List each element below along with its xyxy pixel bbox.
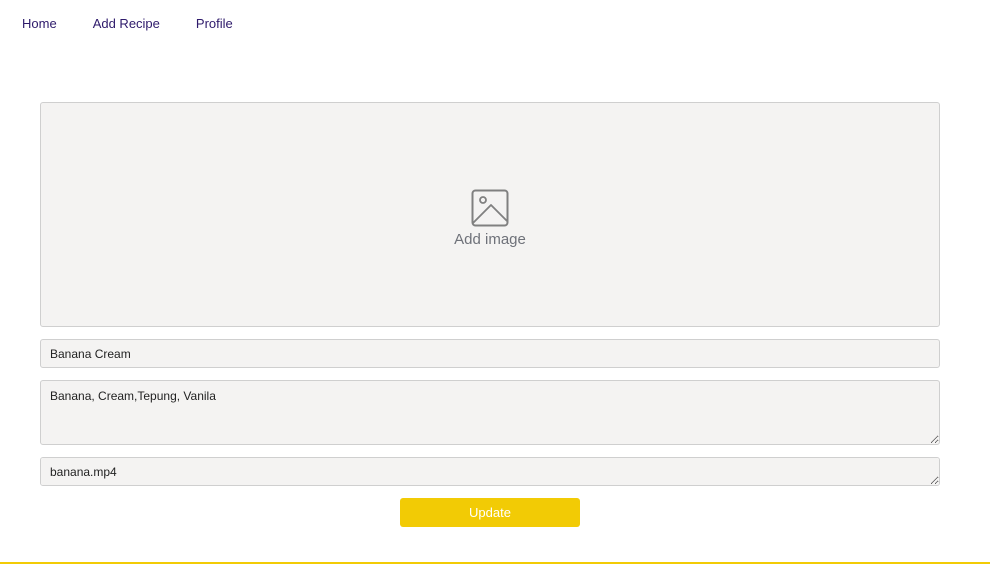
add-image-label: Add image [454,231,526,248]
recipe-title-input[interactable] [40,339,940,368]
nav-add-recipe-link[interactable]: Add Recipe [93,16,160,32]
nav-profile-link[interactable]: Profile [196,16,233,32]
add-image-dropzone[interactable]: Add image [40,102,940,327]
image-icon [471,189,509,227]
top-nav: Home Add Recipe Profile [22,16,233,32]
nav-home-link[interactable]: Home [22,16,57,32]
ingredients-textarea[interactable]: Banana, Cream,Tepung, Vanila [40,380,940,445]
video-input[interactable]: banana.mp4 [40,457,940,486]
update-button[interactable]: Update [400,498,580,527]
footer-divider [0,562,990,564]
